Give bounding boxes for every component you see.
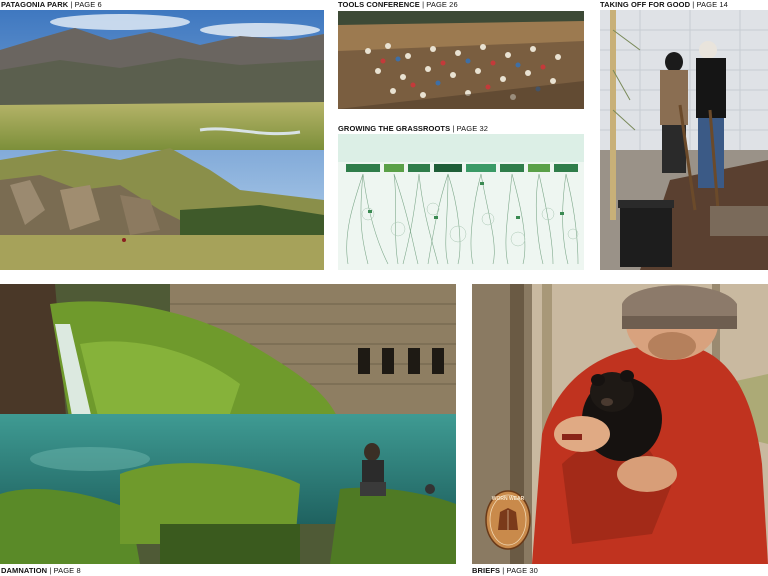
caption-title: BRIEFS: [472, 566, 501, 575]
caption-title: DAMNATION: [1, 566, 48, 575]
caption-patagonia-park: PATAGONIA PARK | PAGE 6: [1, 0, 102, 9]
damnation-photo[interactable]: [0, 284, 456, 564]
caption-title: TOOLS CONFERENCE: [338, 0, 420, 9]
caption-page: | PAGE 32: [452, 124, 489, 133]
caption-briefs: BRIEFS | PAGE 30: [472, 566, 538, 575]
caption-title: TAKING OFF FOR GOOD: [600, 0, 691, 9]
caption-title: PATAGONIA PARK: [1, 0, 69, 9]
caption-growing-grassroots: GROWING THE GRASSROOTS | PAGE 32: [338, 124, 488, 133]
worn-wear-badge-text: WORN WEAR: [491, 496, 525, 502]
caption-page: | PAGE 8: [49, 566, 81, 575]
caption-page: | PAGE 6: [70, 0, 102, 9]
caption-damnation: DAMNATION | PAGE 8: [1, 566, 81, 575]
caption-page: | PAGE 30: [502, 566, 538, 575]
caption-page: | PAGE 26: [422, 0, 458, 9]
caption-title: GROWING THE GRASSROOTS: [338, 124, 451, 133]
worn-wear-badge: WORN WEAR: [485, 490, 531, 550]
taking-off-for-good-photo[interactable]: [600, 10, 768, 270]
caption-tools-conference: TOOLS CONFERENCE | PAGE 26: [338, 0, 458, 9]
tools-conference-photo[interactable]: [338, 11, 584, 109]
patagonia-park-photo[interactable]: [0, 10, 324, 270]
caption-taking-off-for-good: TAKING OFF FOR GOOD | PAGE 14: [600, 0, 728, 9]
grassroots-infographic[interactable]: [338, 134, 584, 270]
caption-page: | PAGE 14: [692, 0, 728, 9]
